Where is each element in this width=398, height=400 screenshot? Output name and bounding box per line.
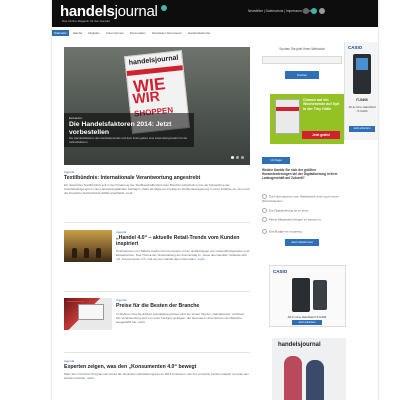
social-icon-1[interactable]: [303, 8, 309, 14]
article-teaser: Mehr als in früheren Programmen bietet d…: [64, 372, 250, 380]
article-teaser-text: Im Rahmen des Deutschen Handelskongresse…: [116, 312, 246, 325]
ad-device-image: [292, 278, 310, 312]
article-kicker: Agenda: [116, 230, 127, 234]
site-frame: handelsjournal Das Online-Magazin für de…: [52, 0, 378, 400]
nav-item-digitales[interactable]: Digitales: [86, 30, 102, 36]
nav-item-unternehmen[interactable]: Unternehmen: [104, 30, 126, 36]
social-icon-2[interactable]: [311, 8, 317, 14]
slider-dot[interactable]: [241, 156, 244, 159]
divider: [64, 352, 250, 353]
article-kicker: Agenda: [64, 359, 75, 363]
logo-light-text: journal: [114, 3, 158, 20]
poll-heading: Umfrage: [262, 157, 290, 164]
nav-item-handel[interactable]: Handel: [71, 30, 85, 36]
webcode-search-button[interactable]: Suchen: [285, 71, 319, 79]
article-thumbnail[interactable]: [64, 298, 112, 330]
radio-icon[interactable]: [262, 217, 267, 222]
read-more-link[interactable]: mehr...: [126, 191, 135, 195]
site-logo[interactable]: handelsjournal: [60, 3, 158, 20]
article-title[interactable]: Experten zeigen, was den „Konsumenten 4.…: [64, 364, 250, 370]
radio-icon[interactable]: [262, 229, 267, 234]
poll-option[interactable]: Die Informationen zum Wettbewerb sind no…: [262, 194, 342, 203]
sky-ad-brand: CASIO: [348, 45, 363, 50]
logo-badge-icon: [161, 5, 167, 11]
logo-main-text: handels: [60, 3, 115, 20]
webcode-label: Suchen Sie jetzt Ihren Webcode: [279, 47, 325, 51]
site-tagline: Das Online-Magazin für den Handel: [62, 19, 110, 23]
sky-ad-button[interactable]: Jetzt anfordern: [349, 126, 375, 132]
article-teaser: Im Rahmen des Deutschen Handelskongresse…: [116, 312, 250, 325]
hero-magazine-title: handelsjournal: [128, 54, 179, 67]
article-title[interactable]: Preise für die Besten der Branche: [116, 303, 250, 309]
slider-dot[interactable]: [236, 156, 239, 159]
poll-option-label: Die Digitalisierung ist zu teuer: [269, 208, 309, 213]
hero-magazine-word-wir: WIR: [131, 87, 161, 107]
nav-item-personalien[interactable]: Personalien: [128, 30, 148, 36]
read-more-link[interactable]: mehr...: [87, 376, 96, 380]
nav-item-startseite[interactable]: Startseite: [52, 30, 69, 36]
nav-item-newsletter[interactable]: Newsletter Abonnieren: [150, 30, 184, 36]
hero-slider[interactable]: handelsjournal WIE WIR SHOPPEN Einkaufen…: [64, 47, 250, 165]
main-navigation: Startseite Handel Digitales Unternehmen …: [52, 30, 272, 36]
cover-person: [284, 356, 302, 400]
sky-ad-model: IT-G400: [356, 98, 368, 102]
hero-kicker: Einkaufen: [69, 116, 83, 120]
skyscraper-ad[interactable]: CASIO IT-G400 All-in-One Handheld IT-G40…: [344, 42, 378, 140]
read-more-link[interactable]: mehr...: [198, 257, 207, 261]
article-title[interactable]: „Handel 4.0“ – aktuelle Retail-Trends vo…: [116, 235, 250, 247]
radio-icon[interactable]: [262, 208, 267, 213]
article-teaser-text: Ein deutsches Textilbündnis soll in der …: [64, 183, 250, 196]
hero-title[interactable]: Die Handelsfaktoren 2014: Jetzt vorbeste…: [69, 121, 194, 136]
thumb-figure: [72, 248, 77, 258]
promo-button[interactable]: Jetzt gratis!: [302, 131, 340, 139]
sidebar-ad-casio[interactable]: CASIO All-in-One Handheld IT-G400 Jetzt …: [269, 265, 346, 327]
promo-banner[interactable]: Chance auf ein Wochenende auf Sylt in de…: [270, 94, 344, 144]
thumb-figure: [96, 248, 101, 258]
ad-device-image: [313, 280, 327, 310]
thumb-figure: [84, 248, 89, 258]
slider-dots: [231, 156, 244, 159]
article-teaser: Ein deutsches Textilbündnis soll in der …: [64, 183, 250, 196]
article-kicker: Agenda: [116, 298, 127, 302]
article-thumbnail[interactable]: [64, 230, 112, 262]
sky-ad-description: All-in-One Handheld IT-G400: [348, 105, 376, 113]
poll-option-label: Das Budget ist zu gering: [269, 229, 302, 234]
hero-subtitle: Die Handelsfaktoren des Handelsjournals …: [69, 136, 188, 144]
ad-button[interactable]: Jetzt anfordern: [292, 320, 322, 325]
social-icon-3[interactable]: [319, 8, 325, 14]
poll-option[interactable]: Das Budget ist zu gering: [262, 229, 342, 234]
site-header: handelsjournal Das Online-Magazin für de…: [52, 0, 378, 27]
poll-option-label: Die Informationen zum Wettbewerb sind no…: [262, 194, 339, 203]
sky-ad-device-image: [353, 54, 371, 94]
thumb-line: [67, 301, 84, 302]
webcode-input[interactable]: [262, 56, 342, 64]
sidebar-magazine-cover[interactable]: handelsjournal: [272, 338, 346, 400]
poll-option-label: Meine Mitarbeiter bringen zu wenig mit: [269, 217, 321, 222]
divider: [64, 222, 250, 223]
poll-question: Welche Kanäle Sie sich der größten Herau…: [262, 168, 338, 181]
sidebar-magazine-title: handelsjournal: [278, 342, 321, 348]
read-more-link[interactable]: mehr...: [138, 320, 147, 324]
article-teaser-text: Smartphones und Tablets machen Konsument…: [116, 249, 250, 262]
article-kicker: Agenda: [64, 170, 75, 174]
article-title[interactable]: Textilbündnis: Internationale Verantwort…: [64, 175, 250, 181]
poll-option[interactable]: Die Digitalisierung ist zu teuer: [262, 208, 342, 213]
article-teaser: Smartphones und Tablets machen Konsument…: [116, 249, 250, 262]
promo-magazine-icon: [275, 99, 300, 134]
divider: [64, 291, 250, 292]
hero-caption: Einkaufen Die Handelsfaktoren 2014: Jetz…: [64, 113, 194, 147]
cover-person: [306, 360, 324, 400]
slider-dot[interactable]: [231, 156, 234, 159]
thumb-screen: [78, 304, 104, 320]
ad-brand: CASIO: [273, 269, 288, 274]
poll-option[interactable]: Meine Mitarbeiter bringen zu wenig mit: [262, 217, 342, 222]
page: handelsjournal Das Online-Magazin für de…: [0, 0, 398, 400]
ad-caption: All-in-One Handheld IT-G400: [287, 315, 327, 319]
nav-item-kalender[interactable]: Handelskalender: [186, 30, 213, 36]
promo-text: Chance auf ein Wochenende auf Sylt in de…: [303, 98, 340, 111]
poll-vote-button[interactable]: Jetzt abstimmen: [285, 239, 319, 246]
